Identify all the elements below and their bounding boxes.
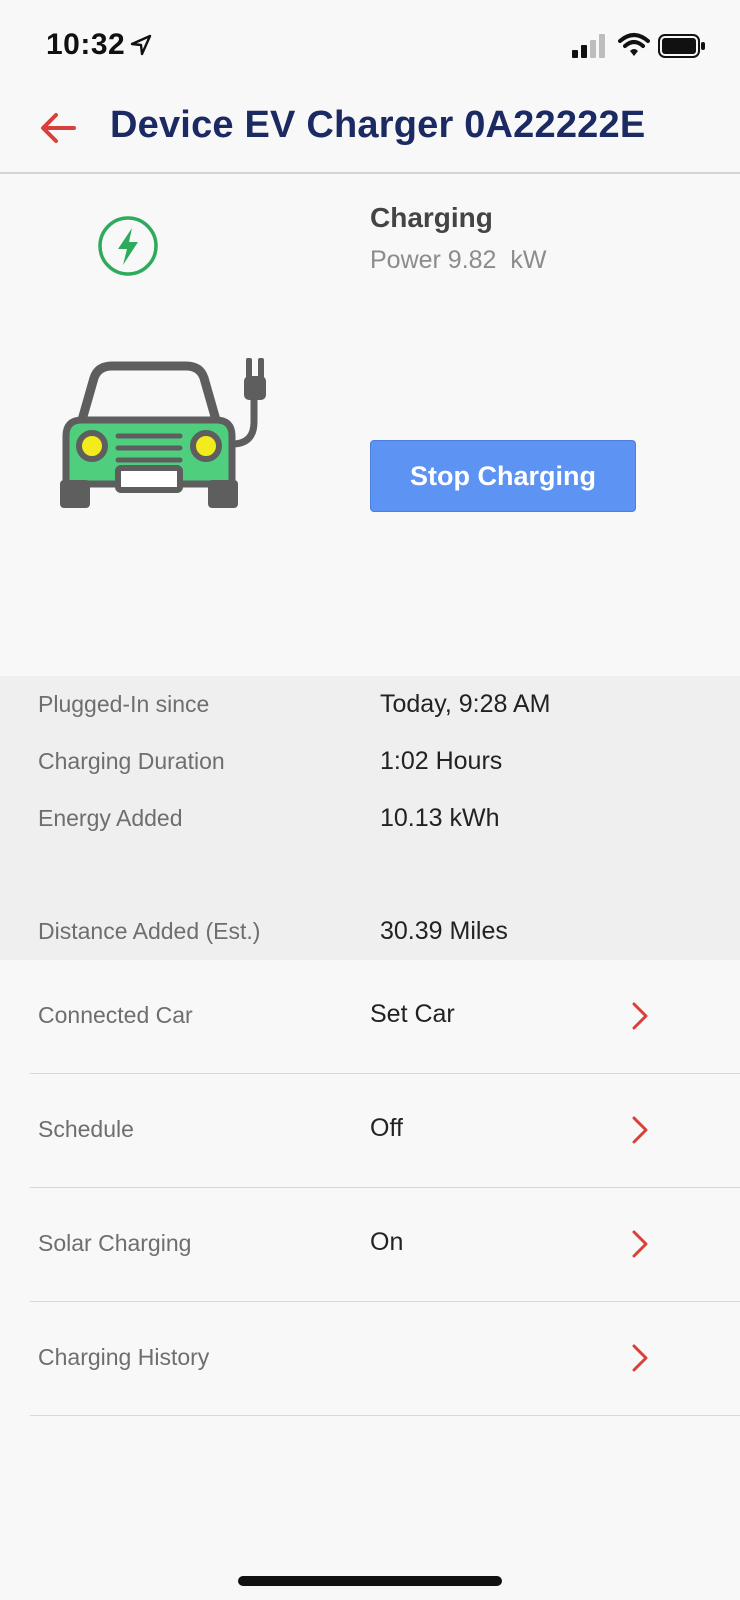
chevron-right-icon: [632, 1344, 648, 1372]
back-button[interactable]: [36, 106, 80, 150]
power-readout: Power 9.82 kW: [370, 246, 547, 274]
chevron-right-icon: [632, 1116, 648, 1144]
cellular-signal-icon: [572, 34, 605, 58]
page-title: Device EV Charger 0A22222E: [110, 104, 646, 146]
nav-header: Device EV Charger 0A22222E: [0, 92, 740, 174]
battery-icon: [658, 34, 705, 58]
settings-row-schedule[interactable]: Schedule Off: [30, 1074, 740, 1188]
lightning-bolt-icon: [98, 216, 158, 276]
stat-value-distance: 30.39 Miles: [380, 917, 508, 945]
stat-value-plugged-in: Today, 9:28 AM: [380, 690, 551, 718]
location-arrow-icon: [130, 34, 152, 56]
charging-stats-panel: Plugged-In since Today, 9:28 AM Charging…: [0, 676, 740, 960]
status-time: 10:32: [46, 28, 126, 61]
settings-row-connected-car[interactable]: Connected Car Set Car: [30, 960, 740, 1074]
status-bar: 10:32: [0, 0, 740, 92]
stat-label-plugged-in: Plugged-In since: [38, 691, 210, 717]
row-value: Set Car: [370, 1000, 455, 1028]
stat-value-energy: 10.13 kWh: [380, 804, 500, 832]
row-label: Connected Car: [38, 1002, 193, 1028]
home-indicator[interactable]: [238, 1576, 502, 1586]
row-label: Solar Charging: [38, 1230, 192, 1256]
row-label: Schedule: [38, 1116, 134, 1142]
chevron-right-icon: [632, 1002, 648, 1030]
row-value: Off: [370, 1114, 403, 1142]
stat-label-energy: Energy Added: [38, 805, 183, 831]
stat-label-distance: Distance Added (Est.): [38, 918, 261, 944]
stat-value-duration: 1:02 Hours: [380, 747, 503, 775]
row-value: On: [370, 1228, 404, 1256]
back-arrow-icon: [41, 113, 76, 143]
settings-row-charging-history[interactable]: Charging History: [30, 1302, 740, 1416]
electric-car-with-plug-icon: [60, 358, 266, 508]
chevron-right-icon: [632, 1230, 648, 1258]
row-label: Charging History: [38, 1344, 210, 1370]
wifi-icon: [618, 33, 650, 56]
stop-charging-button[interactable]: Stop Charging: [370, 440, 636, 512]
ev-charger-device-screen: 10:32 Device EV Charger 0A22222E Chargin…: [0, 0, 740, 1600]
settings-row-solar-charging[interactable]: Solar Charging On: [30, 1188, 740, 1302]
stat-label-duration: Charging Duration: [38, 748, 225, 774]
charging-status-label: Charging: [370, 202, 493, 233]
